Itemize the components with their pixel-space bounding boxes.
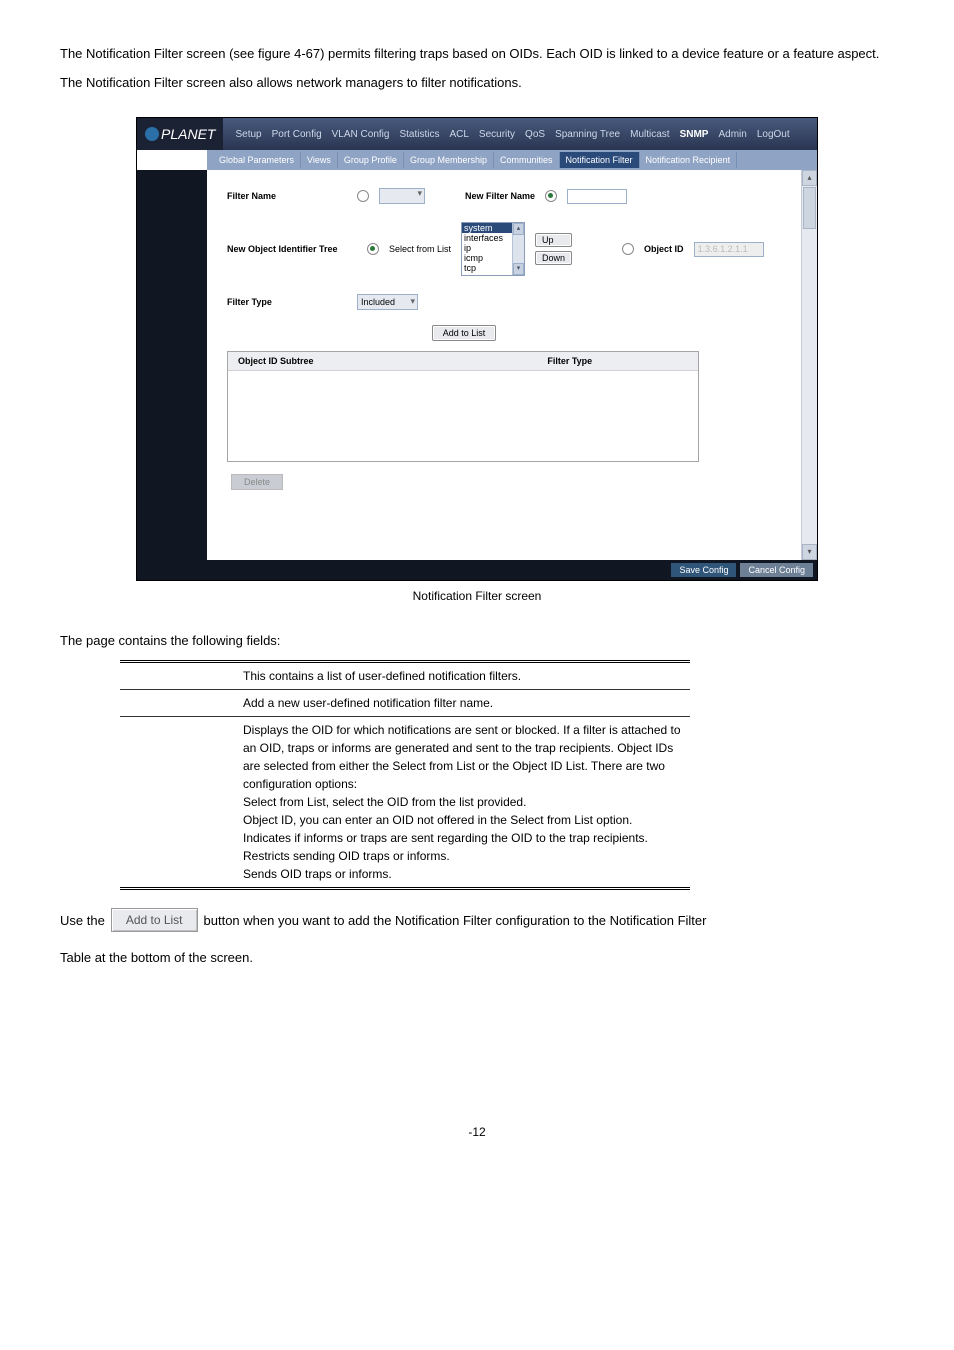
logo-icon bbox=[145, 127, 159, 141]
nav-security[interactable]: Security bbox=[479, 129, 515, 140]
subnav-group-profile[interactable]: Group Profile bbox=[338, 152, 404, 168]
field-desc: Add a new user-defined notification filt… bbox=[235, 690, 501, 716]
scroll-down-icon[interactable]: ▾ bbox=[513, 263, 524, 275]
add-to-list-button-image: Add to List bbox=[111, 908, 198, 932]
fields-intro: The page contains the following fields: bbox=[60, 633, 894, 648]
add-to-list-sentence: Use the Add to List button when you want… bbox=[60, 908, 894, 932]
nav-acl[interactable]: ACL bbox=[449, 129, 468, 140]
object-id-label: Object ID bbox=[644, 244, 684, 254]
oid-listbox[interactable]: system interfaces ip icmp tcp ▴ ▾ bbox=[461, 222, 525, 276]
new-filter-name-label: New Filter Name bbox=[465, 191, 535, 201]
nav-logout[interactable]: LogOut bbox=[757, 129, 790, 140]
nav-port-config[interactable]: Port Config bbox=[272, 129, 322, 140]
left-gutter bbox=[137, 170, 207, 560]
filter-table: Object ID Subtree Filter Type bbox=[227, 351, 699, 462]
subnav-group-membership[interactable]: Group Membership bbox=[404, 152, 494, 168]
filter-type-label: Filter Type bbox=[227, 297, 287, 307]
filter-name-select[interactable] bbox=[379, 188, 425, 204]
nav-vlan-config[interactable]: VLAN Config bbox=[332, 129, 390, 140]
main-form-area: Filter Name New Filter Name New Object I… bbox=[207, 170, 801, 560]
nav-spanning-tree[interactable]: Spanning Tree bbox=[555, 129, 620, 140]
listbox-scrollbar[interactable]: ▴ ▾ bbox=[512, 223, 524, 275]
nav-snmp[interactable]: SNMP bbox=[680, 129, 709, 140]
subnav-communities[interactable]: Communities bbox=[494, 152, 560, 168]
main-scrollbar[interactable]: ▴ ▾ bbox=[801, 170, 817, 560]
addline-prefix: Use the bbox=[60, 913, 105, 928]
app-header: PLANET Setup Port Config VLAN Config Sta… bbox=[137, 118, 817, 150]
object-id-radio[interactable] bbox=[622, 243, 634, 255]
scroll-down-icon[interactable]: ▾ bbox=[802, 544, 817, 560]
nav-setup[interactable]: Setup bbox=[235, 129, 261, 140]
select-from-list-radio[interactable] bbox=[367, 243, 379, 255]
addline-suffix: button when you want to add the Notifica… bbox=[204, 913, 707, 928]
table-text: Table at the bottom of the screen. bbox=[60, 950, 894, 965]
filter-name-label: Filter Name bbox=[227, 191, 287, 201]
object-id-input[interactable]: 1.3.6.1.2.1.1 bbox=[694, 242, 764, 257]
col-object-id-subtree: Object ID Subtree bbox=[228, 352, 442, 370]
subnav-notification-recipient[interactable]: Notification Recipient bbox=[640, 152, 738, 168]
nav-admin[interactable]: Admin bbox=[718, 129, 746, 140]
filter-type-select[interactable]: Included bbox=[357, 294, 418, 310]
logo-text: PLANET bbox=[161, 126, 215, 142]
nav-statistics[interactable]: Statistics bbox=[399, 129, 439, 140]
new-filter-name-input[interactable] bbox=[567, 189, 627, 204]
select-from-list-label: Select from List bbox=[389, 244, 451, 254]
footer-actions: Save Config Cancel Config bbox=[137, 560, 817, 580]
field-desc: Displays the OID for which notifications… bbox=[235, 717, 690, 887]
filter-table-body bbox=[228, 371, 698, 461]
subnav-global-parameters[interactable]: Global Parameters bbox=[213, 152, 301, 168]
nav-multicast[interactable]: Multicast bbox=[630, 129, 669, 140]
content-body: Filter Name New Filter Name New Object I… bbox=[137, 170, 817, 560]
screenshot-panel: PLANET Setup Port Config VLAN Config Sta… bbox=[136, 117, 818, 581]
scroll-up-icon[interactable]: ▴ bbox=[802, 170, 817, 186]
delete-button[interactable]: Delete bbox=[231, 474, 283, 490]
save-config-button[interactable]: Save Config bbox=[671, 563, 736, 577]
filter-name-radio[interactable] bbox=[357, 190, 369, 202]
subnav-notification-filter[interactable]: Notification Filter bbox=[560, 152, 640, 168]
nav-qos[interactable]: QoS bbox=[525, 129, 545, 140]
fields-description-table: This contains a list of user-defined not… bbox=[120, 660, 690, 890]
figure-caption: Notification Filter screen bbox=[60, 589, 894, 603]
brand-logo: PLANET bbox=[137, 118, 223, 150]
col-filter-type: Filter Type bbox=[442, 352, 699, 370]
top-nav: Setup Port Config VLAN Config Statistics… bbox=[235, 129, 789, 140]
scroll-thumb[interactable] bbox=[803, 187, 816, 229]
subnav-views[interactable]: Views bbox=[301, 152, 338, 168]
new-oid-tree-label: New Object Identifier Tree bbox=[227, 244, 357, 254]
down-button[interactable]: Down bbox=[535, 251, 572, 265]
intro-text: The Notification Filter screen (see figu… bbox=[60, 40, 894, 97]
add-to-list-button[interactable]: Add to List bbox=[432, 325, 497, 341]
field-desc: This contains a list of user-defined not… bbox=[235, 663, 529, 689]
page-number: -12 bbox=[60, 1125, 894, 1139]
scroll-up-icon[interactable]: ▴ bbox=[513, 223, 524, 235]
cancel-config-button[interactable]: Cancel Config bbox=[740, 563, 813, 577]
new-filter-name-radio[interactable] bbox=[545, 190, 557, 202]
up-button[interactable]: Up bbox=[535, 233, 572, 247]
sub-nav: Global Parameters Views Group Profile Gr… bbox=[207, 150, 817, 170]
